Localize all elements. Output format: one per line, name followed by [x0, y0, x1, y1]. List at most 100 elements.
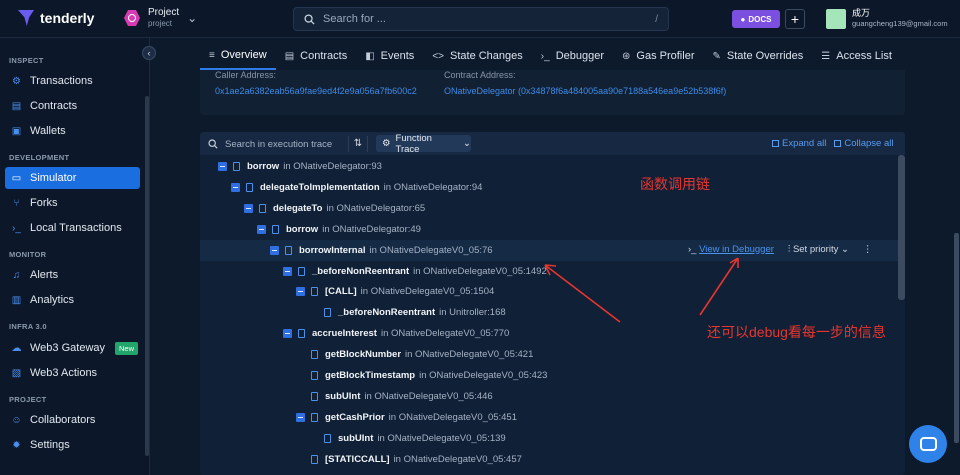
document-icon: [311, 391, 318, 401]
trace-row[interactable]: [STATICCALL] in ONativeDelegateV0_05:457: [200, 449, 900, 470]
collapse-toggle-icon[interactable]: [244, 203, 253, 213]
trace-mode-dropdown[interactable]: ⚙ Function Trace ⌄: [376, 133, 471, 155]
set-priority-dropdown[interactable]: ⫶ Set priority ⌄: [788, 244, 849, 255]
expand-all-button[interactable]: Expand all: [772, 138, 826, 149]
sidebar-item-contracts[interactable]: ▤ Contracts: [5, 95, 140, 117]
trace-row[interactable]: getBlockNumber in ONativeDelegateV0_05:42…: [200, 344, 900, 365]
search-input[interactable]: Search for ...: [323, 13, 647, 25]
user-name: 成万: [852, 8, 871, 18]
tab-state-changes[interactable]: <> State Changes: [423, 42, 531, 70]
sidebar-item-wallets[interactable]: ▣ Wallets: [5, 120, 140, 142]
trace-row[interactable]: subUInt in ONativeDelegateV0_05:446: [200, 386, 900, 407]
trace-function-name: getBlockTimestamp: [325, 370, 416, 381]
collapse-toggle-icon[interactable]: [270, 245, 279, 255]
sidebar-item-collaborators[interactable]: ☺ Collaborators: [5, 409, 140, 431]
collapse-toggle-icon[interactable]: [283, 266, 292, 276]
sidebar-item-local-transactions[interactable]: ›_ Local Transactions: [5, 217, 140, 239]
document-icon: [311, 454, 318, 464]
tab-state-overrides[interactable]: ✎ State Overrides: [703, 42, 812, 70]
view-in-debugger-link[interactable]: ›_ View in Debugger: [688, 244, 774, 255]
document-icon: [311, 287, 318, 297]
collapse-toggle-icon[interactable]: [231, 182, 240, 192]
collapse-toggle-icon[interactable]: [296, 412, 305, 422]
trace-location: in ONativeDelegator:93: [283, 161, 382, 172]
trace-row[interactable]: _beforeNonReentrant in ONativeDelegateV0_…: [200, 261, 900, 282]
sidebar-item-analytics[interactable]: ▥ Analytics: [5, 289, 140, 311]
more-options-icon[interactable]: ⋮: [863, 244, 873, 255]
sidebar-item-simulator[interactable]: ▭ Simulator: [5, 167, 140, 189]
trace-location: in Unitroller:168: [439, 307, 506, 319]
trace-row[interactable]: borrow in ONativeDelegator:93: [200, 156, 900, 177]
caller-address-label: Caller Address:: [215, 70, 277, 80]
code-icon: ▧: [11, 367, 22, 379]
sidebar-item-alerts[interactable]: ♫ Alerts: [5, 264, 140, 286]
global-search[interactable]: Search for ... /: [293, 7, 669, 31]
tab-events[interactable]: ◧ Events: [356, 42, 423, 70]
document-icon: [324, 433, 331, 443]
bookmark-icon: ◧: [365, 50, 375, 62]
caller-address-link[interactable]: 0x1ae2a6382eab56a9fae9ed4f2e9a056a7fb600…: [215, 86, 417, 96]
collapse-sidebar-button[interactable]: ‹: [142, 46, 156, 60]
document-icon: [298, 329, 305, 339]
section-infra: INFRA 3.0: [9, 322, 47, 331]
document-icon: [311, 371, 318, 380]
terminal-icon: ›_: [12, 222, 21, 234]
page-scrollbar[interactable]: [954, 233, 959, 443]
trace-row[interactable]: subUInt in ONativeDelegateV0_05:139: [200, 428, 900, 449]
document-icon: [259, 203, 266, 213]
collapse-all-button[interactable]: Collapse all: [834, 138, 894, 149]
trace-search-input[interactable]: Search in execution trace: [208, 136, 344, 152]
trace-function-name: borrow: [247, 161, 280, 172]
wallet-icon: ▣: [11, 125, 22, 137]
tab-overview[interactable]: ≡ Overview: [200, 42, 276, 70]
trace-row[interactable]: getCashPrior in ONativeDelegateV0_05:451: [200, 407, 900, 428]
annotation-debug-note: 还可以debug看每一步的信息: [707, 324, 886, 340]
sidebar-item-forks[interactable]: ⑂ Forks: [5, 192, 140, 214]
collapse-toggle-icon[interactable]: [296, 287, 305, 297]
contract-address-link[interactable]: ONativeDelegator (0x34878f6a484005aa90e7…: [444, 86, 726, 96]
docs-button[interactable]: ● DOCS: [732, 10, 780, 28]
trace-row[interactable]: _beforeNonReentrant in Unitroller:168: [200, 302, 900, 323]
tab-gas-profiler[interactable]: ⊛ Gas Profiler: [613, 42, 703, 70]
collapse-icon: [834, 140, 842, 147]
sidebar-item-settings[interactable]: ✹ Settings: [5, 434, 140, 456]
chevron-down-icon: ⌄: [187, 11, 198, 25]
user-menu[interactable]: 成万 guangcheng139@gmail.com: [826, 8, 948, 29]
trace-function-name: _beforeNonReentrant: [312, 265, 410, 277]
trace-location: in ONativeDelegateV0_05:1492: [413, 265, 547, 277]
overview-info-card: Caller Address: 0x1ae2a6382eab56a9fae9ed…: [200, 70, 905, 115]
fork-icon: ⑂: [13, 197, 20, 209]
collapse-toggle-icon[interactable]: [218, 162, 227, 171]
sidebar-scrollbar[interactable]: [145, 96, 149, 456]
trace-row[interactable]: delegateToImplementation in ONativeDelega…: [200, 177, 900, 198]
trace-row[interactable]: [CALL] in ONativeDelegateV0_05:1504: [200, 281, 900, 302]
collapse-toggle-icon[interactable]: [283, 329, 292, 339]
tenderly-logo-icon: [18, 10, 34, 26]
tab-contracts[interactable]: ▤ Contracts: [276, 42, 357, 70]
trace-location: in ONativeDelegateV0_05:446: [364, 390, 493, 402]
sidebar-item-web3-gateway[interactable]: ☁ Web3 Gateway New: [5, 337, 140, 359]
terminal-icon: ›_: [688, 243, 700, 255]
sidebar-item-transactions[interactable]: ⚙ Transactions: [5, 70, 140, 92]
gear-icon: ✹: [12, 439, 21, 451]
trace-row[interactable]: borrowInternal in ONativeDelegateV0_05:76…: [200, 239, 900, 261]
analytics-icon: ▥: [11, 294, 22, 306]
tab-debugger[interactable]: ›_ Debugger: [532, 42, 613, 70]
sidebar-item-web3-actions[interactable]: ▧ Web3 Actions: [5, 362, 140, 384]
filter-icon[interactable]: ⇅: [348, 136, 368, 152]
add-button[interactable]: +: [785, 9, 805, 29]
trace-function-name: subUInt: [338, 432, 374, 444]
document-icon: [311, 412, 318, 422]
tab-access-list[interactable]: ☰ Access List: [812, 42, 901, 70]
project-switcher[interactable]: Project project ⌄: [124, 7, 197, 29]
trace-row[interactable]: borrow in ONativeDelegator:49: [200, 219, 900, 240]
trace-row[interactable]: getBlockTimestamp in ONativeDelegateV0_05…: [200, 365, 900, 386]
collapse-toggle-icon[interactable]: [257, 224, 266, 234]
trace-row[interactable]: delegateTo in ONativeDelegator:65: [200, 198, 900, 219]
trace-location: in ONativeDelegateV0_05:421: [405, 349, 534, 361]
support-chat-button[interactable]: [909, 425, 947, 463]
trace-function-name: borrowInternal: [299, 244, 366, 256]
trace-function-name: getBlockNumber: [325, 349, 402, 361]
tenderly-logo[interactable]: tenderly: [18, 10, 94, 26]
trace-scrollbar[interactable]: [898, 155, 905, 300]
